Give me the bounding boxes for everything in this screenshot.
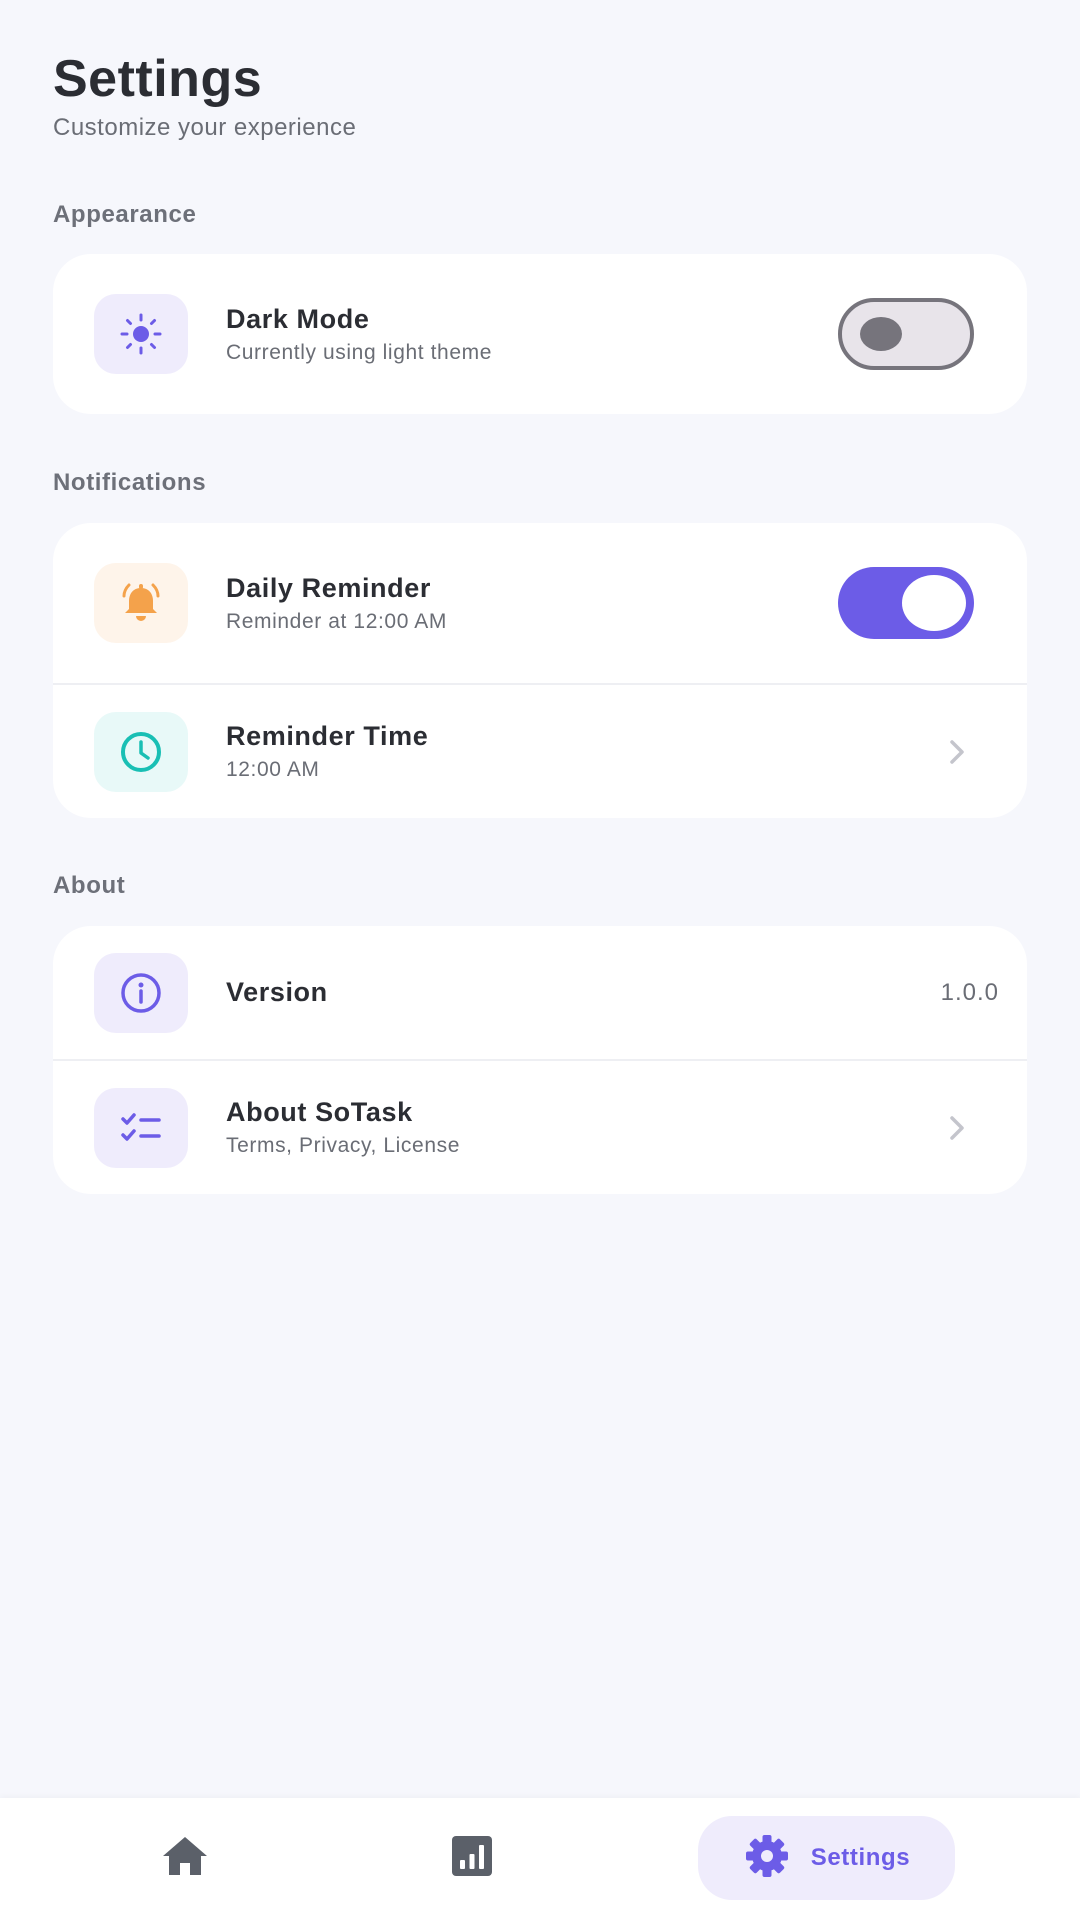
section-label-notifications: Notifications — [53, 469, 207, 496]
dark-mode-row[interactable]: Dark Mode Currently using light theme — [53, 254, 1027, 414]
about-card: Version 1.0.0 About SoTask Terms, Privac… — [53, 926, 1027, 1194]
dark-mode-subtitle: Currently using light theme — [226, 340, 492, 364]
reminder-time-subtitle: 12:00 AM — [226, 758, 320, 781]
appearance-card: Dark Mode Currently using light theme — [53, 254, 1027, 414]
chevron-right-icon — [945, 1113, 969, 1143]
chart-icon — [450, 1834, 494, 1883]
version-title: Version — [226, 977, 328, 1007]
nav-settings-button[interactable]: Settings — [698, 1816, 955, 1900]
nav-home-button[interactable] — [145, 1828, 225, 1888]
page-subtitle: Customize your experience — [53, 114, 357, 141]
dark-mode-title: Dark Mode — [226, 303, 370, 334]
about-sotask-row[interactable]: About SoTask Terms, Privacy, License — [53, 1059, 1027, 1194]
clock-icon — [94, 711, 188, 792]
daily-reminder-subtitle: Reminder at 12:00 AM — [226, 609, 447, 633]
dark-mode-toggle[interactable] — [838, 298, 974, 370]
toggle-knob — [902, 575, 966, 631]
bottom-nav: Settings — [0, 1798, 1080, 1920]
version-row: Version 1.0.0 — [53, 926, 1027, 1059]
daily-reminder-toggle[interactable] — [838, 567, 974, 639]
about-sotask-title: About SoTask — [226, 1097, 413, 1127]
gear-icon — [743, 1832, 791, 1885]
reminder-time-row[interactable]: Reminder Time 12:00 AM — [53, 683, 1027, 818]
page-title: Settings — [53, 50, 263, 108]
sun-icon — [94, 294, 188, 374]
notifications-card: Daily Reminder Reminder at 12:00 AM Remi… — [53, 523, 1027, 818]
chevron-right-icon — [945, 737, 969, 767]
daily-reminder-row[interactable]: Daily Reminder Reminder at 12:00 AM — [53, 523, 1027, 683]
reminder-time-title: Reminder Time — [226, 721, 429, 751]
daily-reminder-title: Daily Reminder — [226, 572, 431, 603]
section-label-appearance: Appearance — [53, 201, 197, 228]
checklist-icon — [94, 1087, 188, 1168]
nav-settings-label: Settings — [810, 1844, 911, 1871]
section-label-about: About — [53, 872, 126, 899]
info-icon — [94, 952, 188, 1033]
bell-icon — [94, 563, 188, 643]
header: Settings Customize your experience — [53, 48, 356, 142]
version-value: 1.0.0 — [940, 978, 999, 1006]
toggle-knob — [860, 317, 902, 351]
nav-stats-button[interactable] — [432, 1828, 512, 1888]
home-icon — [161, 1834, 209, 1883]
about-sotask-subtitle: Terms, Privacy, License — [226, 1134, 460, 1157]
